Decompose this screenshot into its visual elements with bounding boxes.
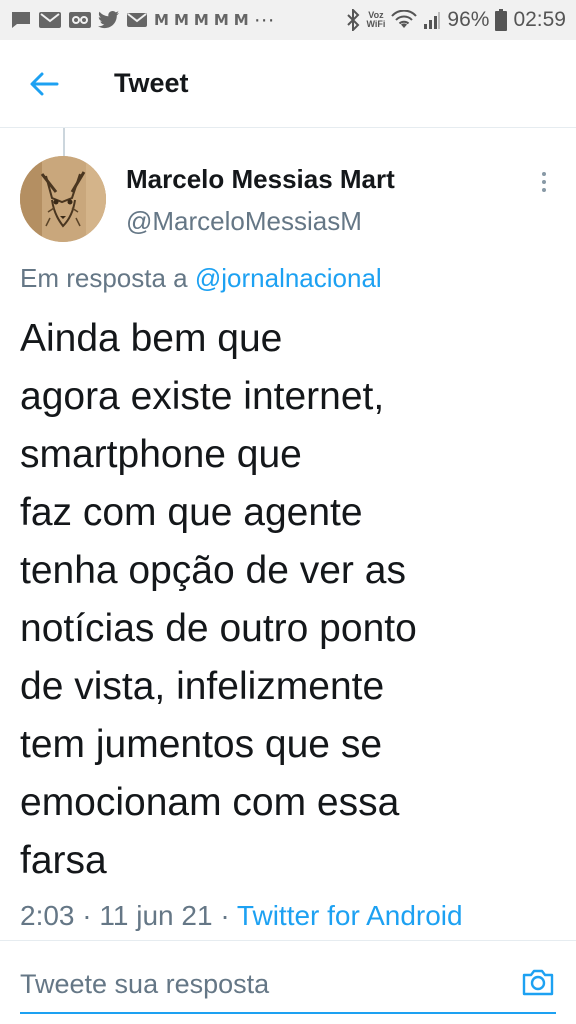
tweet-time: 2:03: [20, 900, 75, 931]
meta-separator: ·: [82, 900, 92, 931]
thread-connector: [63, 128, 65, 156]
clock: 02:59: [513, 8, 566, 31]
chat-icon: [10, 10, 32, 30]
avatar[interactable]: [20, 156, 106, 242]
camera-icon: [522, 969, 554, 996]
tweet-meta: 2:03 · 11 jun 21 · Twitter for Android: [20, 900, 463, 932]
author-name[interactable]: Marcelo Messias Mart: [126, 164, 395, 195]
system-icons: Voz WiFi 96% 02:59: [346, 8, 566, 32]
reply-prefix: Em resposta a: [20, 263, 195, 293]
signal-icon: [423, 10, 441, 30]
tweet-text: Ainda bem que agora existe internet, sma…: [20, 317, 417, 882]
reply-context: Em resposta a @jornalnacional: [20, 263, 382, 294]
camera-button[interactable]: [518, 962, 558, 1002]
more-dots-icon: [542, 172, 546, 176]
tweet-source[interactable]: Twitter for Android: [237, 900, 463, 931]
wifi-label: WiFi: [366, 19, 386, 29]
meta-separator: ·: [220, 900, 230, 931]
back-button[interactable]: [14, 54, 74, 114]
gmail-icon: [38, 11, 62, 29]
battery-percent: 96%: [447, 8, 490, 31]
volte-wifi-icon: Voz WiFi: [366, 11, 385, 29]
reply-input-underline: [20, 1012, 556, 1014]
tweet-date: 11 jun 21: [99, 900, 213, 931]
message-icon: [126, 11, 148, 29]
gmail-icon: M: [213, 11, 229, 29]
battery-icon: [495, 9, 508, 31]
reply-to-mention[interactable]: @jornalnacional: [195, 263, 382, 293]
gmail-icon: M: [173, 11, 189, 29]
wifi-icon: [391, 10, 418, 30]
back-arrow-icon: [30, 72, 59, 95]
author-handle[interactable]: @MarceloMessiasM: [126, 206, 362, 237]
bluetooth-icon: [346, 9, 360, 31]
gmail-icon: M: [233, 11, 249, 29]
gmail-icon: M: [154, 11, 169, 29]
more-notifications-icon: ···: [253, 8, 275, 31]
twitter-bird-icon: [98, 11, 120, 29]
dog-drawing-icon: [20, 156, 106, 242]
status-bar: M M M M M ··· Voz WiFi 96% 02:59: [0, 0, 576, 40]
more-options-button[interactable]: [530, 168, 558, 196]
voicemail-icon: [68, 11, 92, 29]
gmail-icon: M: [193, 11, 209, 29]
more-dots-icon: [542, 180, 546, 184]
divider: [0, 940, 576, 941]
app-bar: Tweet: [0, 40, 576, 128]
notification-icons: M M M M M ···: [10, 8, 275, 32]
reply-input[interactable]: Tweete sua resposta: [20, 958, 490, 1010]
more-dots-icon: [542, 188, 546, 192]
page-title: Tweet: [114, 68, 189, 98]
